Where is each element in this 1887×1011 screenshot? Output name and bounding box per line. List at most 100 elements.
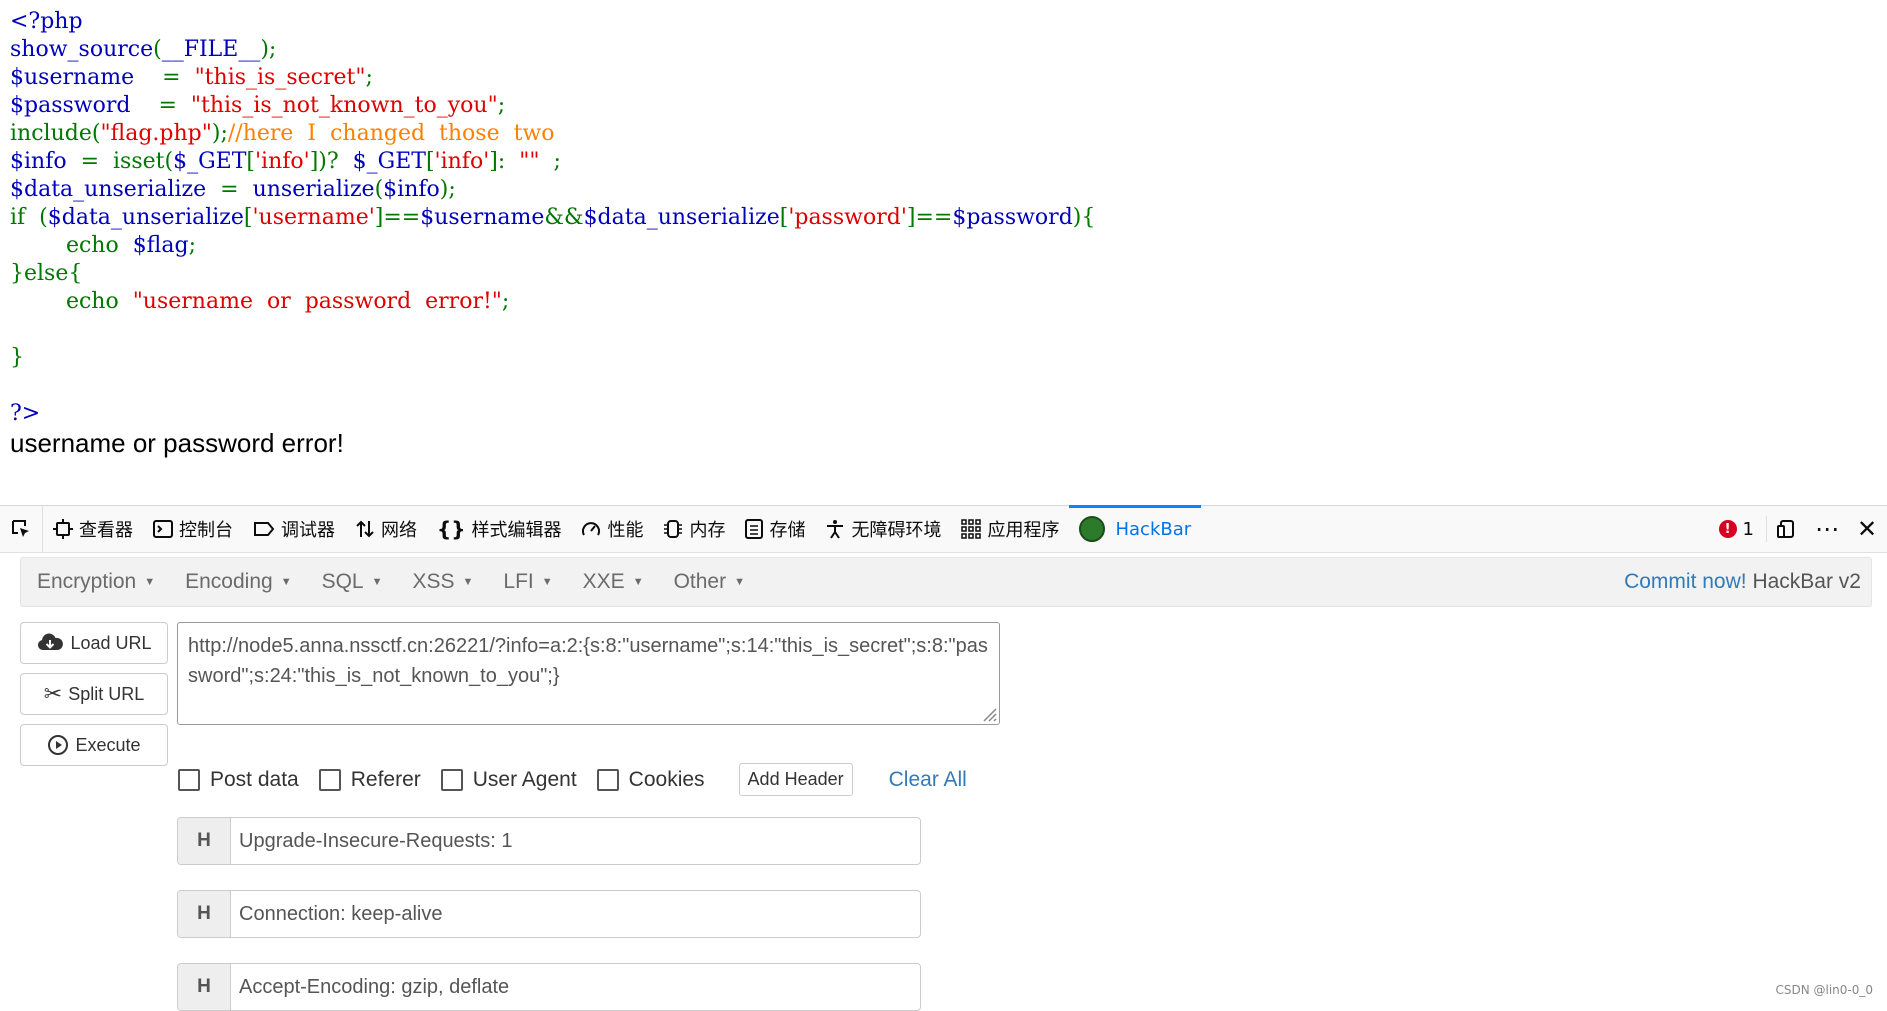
tab-hackbar[interactable]: HackBar — [1069, 505, 1201, 552]
resize-grip-icon[interactable] — [979, 704, 997, 722]
checkbox-box[interactable] — [178, 768, 200, 791]
header-value[interactable]: Connection: keep-alive — [231, 891, 442, 937]
close-icon[interactable]: ✕ — [1847, 515, 1887, 543]
header-value[interactable]: Upgrade-Insecure-Requests: 1 — [231, 818, 512, 864]
cloud-download-icon — [36, 632, 64, 654]
clear-all-link[interactable]: Clear All — [889, 768, 967, 792]
hackbar-menus: Encryption ▼ Encoding ▼ SQL ▼ XSS ▼ LFI ▼ XXE ▼ Othe… — [21, 570, 759, 594]
code-token: if ( — [10, 205, 48, 230]
cookies-checkbox[interactable]: Cookies — [596, 768, 705, 792]
menu-lfi[interactable]: LFI ▼ — [495, 570, 566, 594]
code-token: 'info' — [254, 149, 310, 174]
code-token: ; — [188, 233, 196, 258]
menu-xxe[interactable]: XXE ▼ — [575, 570, 658, 594]
split-url-label: Split URL — [68, 683, 145, 704]
code-token: ]: — [489, 149, 520, 174]
menu-label: Other — [673, 570, 727, 593]
checkbox-box[interactable] — [318, 768, 341, 791]
caret-down-icon: ▼ — [734, 576, 745, 588]
code-token: <?php — [10, 9, 83, 34]
code-token: include — [10, 121, 92, 146]
code-line: }else{ — [10, 260, 1095, 288]
error-icon: ! — [1718, 520, 1737, 538]
tab-debugger[interactable]: 调试器 — [243, 506, 345, 552]
code-line: ?> — [10, 400, 1095, 428]
user-agent-checkbox[interactable]: User Agent — [440, 767, 577, 792]
caret-down-icon: ▼ — [632, 576, 644, 588]
request-options: Post data Referer User Agent Cookies Add… — [178, 763, 967, 796]
tab-inspector[interactable]: 查看器 — [43, 506, 143, 552]
code-token: show_source — [10, 37, 154, 62]
menu-other[interactable]: Other ▼ — [666, 570, 759, 594]
hackbar-menu-bar: Encryption ▼ Encoding ▼ SQL ▼ XSS ▼ LFI ▼ XXE ▼ Othe… — [20, 557, 1872, 607]
header-row[interactable]: H Upgrade-Insecure-Requests: 1 — [177, 817, 921, 865]
checkbox-box[interactable] — [596, 768, 619, 791]
php-source-code: <?php show_source(__FILE__); $username = "… — [10, 8, 1095, 428]
code-token: "username or password error!" — [132, 289, 502, 314]
url-textarea[interactable]: http://node5.anna.nssctf.cn:26221/?info=… — [177, 622, 1000, 725]
load-url-button[interactable]: Load URL — [20, 622, 168, 664]
code-token: ?> — [10, 401, 41, 426]
code-token: 'password' — [788, 205, 907, 230]
code-token: ); — [439, 177, 456, 202]
code-token: $info — [383, 177, 440, 202]
more-options-icon[interactable]: ⋯ — [1807, 515, 1847, 543]
error-count-badge[interactable]: ! 1 — [1707, 516, 1767, 542]
split-url-button[interactable]: ✂ Split URL — [20, 673, 168, 715]
tab-accessibility[interactable]: 无障碍环境 — [815, 506, 951, 552]
execute-label: Execute — [75, 734, 141, 755]
checkbox-box[interactable] — [440, 768, 463, 791]
memory-icon — [663, 519, 683, 539]
menu-sql[interactable]: SQL ▼ — [314, 570, 397, 594]
tab-label: 应用程序 — [987, 520, 1060, 541]
tab-memory[interactable]: 内存 — [653, 506, 735, 552]
element-picker-icon[interactable] — [0, 506, 43, 552]
tab-label: 控制台 — [179, 520, 233, 541]
tab-network[interactable]: 网络 — [345, 506, 427, 552]
code-token: ); — [211, 121, 228, 146]
code-line: include("flag.php");//here I changed tho… — [10, 120, 1095, 148]
error-count: 1 — [1742, 518, 1754, 540]
post-data-checkbox[interactable]: Post data — [178, 768, 299, 792]
responsive-design-icon[interactable] — [1767, 518, 1807, 540]
menu-xss[interactable]: XSS ▼ — [405, 570, 488, 594]
code-token: ]== — [374, 205, 421, 230]
devtools-tab-list: 查看器 控制台 调试器 网络 {} 样式编辑器 性能 内存 存储 无障碍环境 应用程序 — [43, 506, 1069, 552]
tab-performance[interactable]: 性能 — [571, 506, 653, 552]
tab-application[interactable]: 应用程序 — [951, 506, 1069, 552]
header-value[interactable]: Accept-Encoding: gzip, deflate — [231, 964, 509, 1010]
menu-label: XXE — [582, 570, 625, 593]
referer-checkbox[interactable]: Referer — [318, 768, 421, 792]
execute-button[interactable]: Execute — [20, 724, 168, 766]
tab-style-editor[interactable]: {} 样式编辑器 — [427, 506, 571, 552]
commit-now-link[interactable]: Commit now! — [1624, 570, 1747, 593]
user-agent-label: User Agent — [472, 767, 577, 791]
code-token: $password — [10, 93, 159, 118]
code-token: } — [10, 345, 24, 370]
code-token: 'info' — [434, 149, 490, 174]
code-token: ); — [260, 37, 277, 62]
header-row[interactable]: H Connection: keep-alive — [177, 890, 921, 938]
tab-console[interactable]: 控制台 — [143, 506, 243, 552]
url-value: http://node5.anna.nssctf.cn:26221/?info=… — [188, 635, 988, 687]
menu-label: LFI — [503, 570, 534, 593]
code-line: show_source(__FILE__); — [10, 36, 1095, 64]
add-header-button[interactable]: Add Header — [738, 763, 853, 796]
inspector-icon — [53, 519, 73, 539]
console-icon — [153, 519, 173, 539]
code-line: $info = isset($_GET['info'])? $_GET['inf… — [10, 148, 1095, 176]
tab-label: 无障碍环境 — [851, 520, 942, 541]
code-token: = — [158, 93, 191, 118]
code-line: echo $flag; — [10, 232, 1095, 260]
code-token: = — [162, 65, 195, 90]
caret-down-icon: ▼ — [541, 576, 553, 588]
code-token: $_GET — [173, 149, 247, 174]
page-output-text: username or password error! — [10, 428, 344, 458]
menu-encryption[interactable]: Encryption ▼ — [29, 570, 169, 594]
tab-storage[interactable]: 存储 — [735, 506, 815, 552]
watermark-text: CSDN @lin0-0_0 — [1775, 983, 1873, 997]
caret-down-icon: ▼ — [462, 576, 474, 588]
menu-encoding[interactable]: Encoding ▼ — [177, 570, 305, 594]
